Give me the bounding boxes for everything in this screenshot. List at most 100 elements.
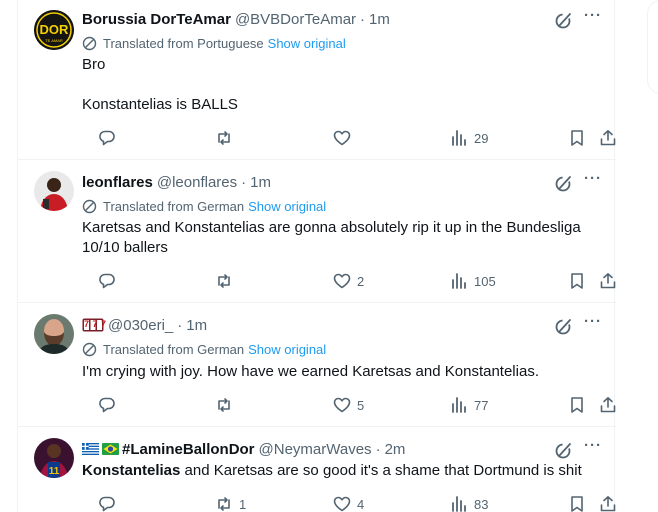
more-options-icon[interactable]: ···	[583, 314, 603, 333]
avatar[interactable]: 11	[34, 438, 74, 478]
view-count: 105	[474, 273, 496, 289]
translation-note: Translated from German Show original	[82, 340, 326, 358]
like-button[interactable]: 2	[333, 271, 364, 291]
action-bar: 29	[82, 128, 616, 148]
reply-button[interactable]	[98, 128, 122, 148]
tweet[interactable]: leonflares @leonflares · 1m ··· Translat…	[18, 161, 616, 303]
bookmark-button[interactable]	[568, 395, 586, 415]
display-name[interactable]: Borussia DorTeAmar	[82, 11, 231, 28]
like-button[interactable]	[333, 128, 357, 148]
more-options-icon[interactable]: ···	[583, 8, 603, 27]
grok-icon[interactable]	[555, 174, 573, 192]
bookmark-icon	[571, 130, 583, 146]
tweet-text-line: Bro	[82, 56, 106, 73]
action-bar: 1 4 83	[82, 494, 616, 512]
tweet[interactable]: 777 @030eri_ · 1m ··· Translated from Ge…	[18, 304, 616, 427]
reply-icon	[99, 130, 115, 146]
share-button[interactable]	[599, 128, 617, 148]
like-button[interactable]: 5	[333, 395, 364, 415]
heart-icon	[333, 397, 351, 413]
jersey-number: 11	[49, 466, 60, 477]
share-button[interactable]	[599, 395, 617, 415]
timestamp[interactable]: 2m	[385, 441, 406, 458]
timestamp[interactable]: 1m	[369, 11, 390, 28]
show-original-link[interactable]: Show original	[248, 199, 326, 214]
avatar-logo-subtext: TE AMAR	[45, 38, 63, 43]
like-count: 4	[357, 496, 365, 512]
globe-icon	[82, 342, 97, 356]
globe-icon	[82, 36, 97, 50]
show-original-link[interactable]: Show original	[268, 36, 346, 51]
reply-button[interactable]	[98, 395, 122, 415]
separator-dot: ·	[241, 173, 247, 191]
action-bar: 2 105	[82, 271, 616, 291]
reply-icon	[99, 397, 115, 413]
avatar[interactable]	[34, 314, 74, 354]
retweet-button[interactable]	[215, 128, 239, 148]
bookmark-button[interactable]	[568, 494, 586, 512]
heart-icon	[333, 496, 351, 512]
translation-note: Translated from Portuguese Show original	[82, 34, 346, 52]
tweet-text: Karetsas and Konstantelias are gonna abs…	[82, 218, 607, 258]
views-button[interactable]: 29	[450, 128, 488, 148]
share-button[interactable]	[599, 271, 617, 291]
more-options-icon[interactable]: ···	[583, 171, 603, 190]
bookmark-icon	[571, 273, 583, 289]
bookmark-button[interactable]	[568, 128, 586, 148]
grok-icon[interactable]	[555, 441, 573, 459]
more-options-icon[interactable]: ···	[583, 438, 603, 457]
tweet[interactable]: DOR TE AMAR Borussia DorTeAmar @BVBDorTe…	[18, 0, 616, 160]
reply-button[interactable]	[98, 494, 122, 512]
view-count: 83	[474, 496, 489, 512]
grok-icon[interactable]	[555, 317, 573, 335]
share-button[interactable]	[599, 494, 617, 512]
bookmark-icon	[571, 496, 583, 512]
views-button[interactable]: 77	[450, 395, 488, 415]
retweet-button[interactable]	[215, 395, 239, 415]
display-name[interactable]: leonflares	[82, 174, 153, 191]
grok-icon[interactable]	[555, 11, 573, 29]
tweet-header: Borussia DorTeAmar @BVBDorTeAmar · 1m	[82, 9, 390, 29]
timestamp[interactable]: 1m	[250, 174, 271, 191]
heart-icon	[333, 273, 351, 289]
user-handle[interactable]: @leonflares	[157, 174, 237, 191]
show-original-link[interactable]: Show original	[248, 342, 326, 357]
separator-dot: ·	[360, 10, 366, 28]
translated-from-label: Translated from German	[103, 341, 245, 357]
user-handle[interactable]: @NeymarWaves	[259, 441, 372, 458]
tweet-text: Bro Konstantelias is BALLS	[82, 55, 607, 115]
translated-from-label: Translated from German	[103, 198, 245, 214]
tweet-text: I'm crying with joy. How have we earned …	[82, 362, 607, 382]
views-bar-icon	[452, 397, 466, 413]
reply-icon	[99, 273, 115, 289]
user-handle[interactable]: @030eri_	[108, 317, 173, 334]
avatar[interactable]	[34, 171, 74, 211]
share-icon	[600, 397, 616, 413]
side-panel-card	[647, 0, 658, 94]
avatar[interactable]: DOR TE AMAR	[34, 10, 74, 50]
timeline-feed: DOR TE AMAR Borussia DorTeAmar @BVBDorTe…	[17, 0, 616, 512]
reply-icon	[99, 496, 115, 512]
retweet-button[interactable]	[215, 271, 239, 291]
tweet[interactable]: 11 #LamineBallonDor @NeymarWaves · 2m ··…	[18, 428, 616, 512]
like-button[interactable]: 4	[333, 494, 364, 512]
view-count: 77	[474, 397, 489, 413]
action-bar: 5 77	[82, 395, 616, 415]
bookmark-icon	[571, 397, 583, 413]
brazil-flag-icon	[102, 443, 119, 455]
views-button[interactable]: 83	[450, 494, 488, 512]
greece-flag-icon	[82, 443, 99, 455]
display-name[interactable]: 777	[82, 318, 106, 332]
views-bar-icon	[452, 273, 466, 289]
retweet-button[interactable]: 1	[215, 494, 246, 512]
user-handle[interactable]: @BVBDorTeAmar	[235, 11, 356, 28]
like-count: 2	[357, 273, 365, 289]
display-name[interactable]: #LamineBallonDor	[122, 441, 255, 458]
bookmark-button[interactable]	[568, 271, 586, 291]
share-icon	[600, 496, 616, 512]
views-button[interactable]: 105	[450, 271, 496, 291]
timestamp[interactable]: 1m	[186, 317, 207, 334]
separator-dot: ·	[375, 440, 381, 458]
reply-button[interactable]	[98, 271, 122, 291]
